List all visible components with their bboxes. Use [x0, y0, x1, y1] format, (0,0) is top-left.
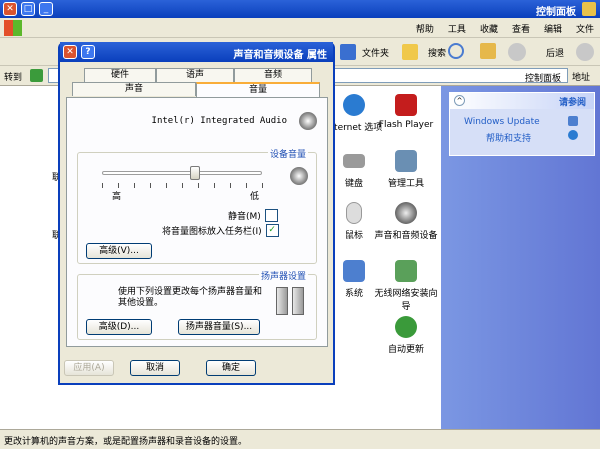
device-volume-label: 设备音量 [267, 147, 308, 160]
high-label: 高 [112, 192, 122, 202]
mouse-icon [346, 202, 362, 224]
forward-icon[interactable] [508, 43, 526, 61]
close-icon[interactable]: ✕ [3, 2, 17, 16]
link-help-support[interactable]: 帮助和支持 [486, 131, 531, 144]
volume-ticks [102, 183, 263, 189]
menu-help[interactable]: 帮助 [416, 22, 434, 35]
dialog-titlebar: ✕ ? 声音和音频设备 属性 [60, 42, 333, 62]
tray-checkbox[interactable]: ✓ [265, 224, 279, 237]
menu-favorites[interactable]: 收藏 [480, 22, 498, 35]
left-speaker-icon [276, 287, 288, 315]
tab-audio[interactable]: 音频 [234, 68, 312, 82]
help-icon [568, 130, 578, 140]
side-panel: 请参阅 ^ Windows Update 帮助和支持 [441, 86, 600, 429]
speaker-description: 使用下列设置更改每个扬声器音量和其他设置。 [118, 287, 263, 308]
see-also-box: 请参阅 ^ Windows Update 帮助和支持 [449, 92, 595, 156]
link-windows-update[interactable]: Windows Update [464, 117, 540, 127]
tab-volume[interactable]: 音量 [196, 82, 320, 98]
speaker-advanced-button[interactable]: 高级(D)... [86, 319, 152, 335]
volume-track[interactable] [102, 171, 262, 175]
device-name: Intel(r) Integrated Audio [151, 116, 287, 126]
folders-label[interactable]: 文件夹 [362, 46, 389, 59]
mute-checkbox[interactable] [264, 209, 278, 222]
back-icon[interactable] [576, 43, 594, 61]
volume-tick [246, 183, 247, 188]
cancel-button[interactable]: 取消 [130, 360, 180, 376]
mute-row[interactable]: 静音(M) [228, 209, 278, 222]
tab-hardware[interactable]: 硬件 [84, 68, 156, 82]
volume-tick [182, 183, 183, 188]
right-speaker-icon [292, 287, 304, 315]
address-label: 地址 [572, 73, 591, 83]
search-icon[interactable] [448, 43, 464, 59]
volume-tick [118, 183, 119, 188]
control-panel-icon [582, 2, 596, 16]
back-label[interactable]: 后退 [546, 46, 564, 59]
go-icon[interactable] [30, 69, 43, 82]
tab-sounds[interactable]: 声音 [72, 82, 196, 96]
maximize-icon[interactable]: □ [21, 2, 35, 16]
collapse-icon[interactable]: ^ [454, 95, 465, 106]
volume-tick [198, 183, 199, 188]
menu-edit[interactable]: 编辑 [544, 22, 562, 35]
speaker-settings-label: 扬声器设置 [258, 269, 308, 282]
update-icon [395, 316, 417, 338]
ok-button[interactable]: 确定 [206, 360, 256, 376]
tray-label: 将音量图标放入任务栏(I) [162, 227, 262, 237]
menu-file[interactable]: 文件 [576, 22, 594, 35]
volume-tick [230, 183, 231, 188]
address-value: 控制面板 [524, 74, 561, 84]
windows-logo-icon [4, 20, 22, 36]
status-bar: 更改计算机的声音方案，或是配置扬声器和录音设备的设置。 [0, 429, 600, 449]
keyboard-icon [343, 154, 365, 168]
menu-view[interactable]: 查看 [512, 22, 530, 35]
dialog-close-icon[interactable]: ✕ [63, 45, 77, 59]
speaker-settings-group: 扬声器设置 使用下列设置更改每个扬声器音量和其他设置。 扬声器音量(S)... … [77, 269, 317, 340]
speaker-icon [299, 112, 317, 130]
menu-bar: 文件 编辑 查看 收藏 工具 帮助 [0, 18, 600, 38]
see-also-header: 请参阅 ^ [450, 93, 594, 109]
up-folder-icon[interactable] [480, 43, 496, 59]
folders-icon[interactable] [402, 44, 418, 60]
volume-tick [134, 183, 135, 188]
views-icon[interactable] [340, 44, 356, 60]
volume-tick [102, 183, 103, 188]
windows-update-icon [568, 116, 578, 126]
wireless-icon [395, 260, 417, 282]
device-advanced-button[interactable]: 高级(V)... [86, 243, 152, 259]
window-title: 控制面板 [536, 7, 576, 18]
volume-tick [262, 183, 263, 188]
admin-tools-icon [395, 150, 417, 172]
menu-items: 文件 编辑 查看 收藏 工具 帮助 [416, 22, 594, 35]
volume-tick [214, 183, 215, 188]
sound-properties-dialog: ✕ ? 声音和音频设备 属性 硬件 语声 音频 声音 音量 Intel(r) I… [58, 42, 335, 385]
search-label[interactable]: 搜索 [428, 46, 446, 59]
system-icon [343, 260, 365, 282]
tab-voice[interactable]: 语声 [156, 68, 234, 82]
globe-icon [343, 94, 365, 116]
tray-row[interactable]: 将音量图标放入任务栏(I) ✓ [162, 224, 279, 237]
speaker-volume-button[interactable]: 扬声器音量(S)... [178, 319, 260, 335]
low-label: 低 [250, 192, 260, 202]
apply-button[interactable]: 应用(A) [64, 360, 114, 376]
dialog-title: 声音和音频设备 属性 [233, 50, 327, 61]
device-volume-group: 设备音量 高 低 静音(M) 将音量图标放入任务栏(I) ✓ 高级(V)... [77, 147, 317, 264]
volume-tick [150, 183, 151, 188]
go-label[interactable]: 转到 [4, 70, 22, 83]
status-text: 更改计算机的声音方案，或是配置扬声器和录音设备的设置。 [4, 437, 248, 447]
dialog-help-icon[interactable]: ? [81, 45, 95, 59]
volume-speaker-icon [290, 167, 308, 185]
window-titlebar: ✕ □ _ 控制面板 [0, 0, 600, 18]
volume-tab-panel: Intel(r) Integrated Audio 设备音量 高 低 静音(M)… [66, 97, 328, 347]
minimize-icon[interactable]: _ [39, 2, 53, 16]
menu-tools[interactable]: 工具 [448, 22, 466, 35]
flash-icon [395, 94, 417, 116]
mute-label: 静音(M) [228, 212, 261, 222]
sound-icon [395, 202, 417, 224]
volume-tick [166, 183, 167, 188]
volume-slider-thumb[interactable] [189, 166, 200, 180]
